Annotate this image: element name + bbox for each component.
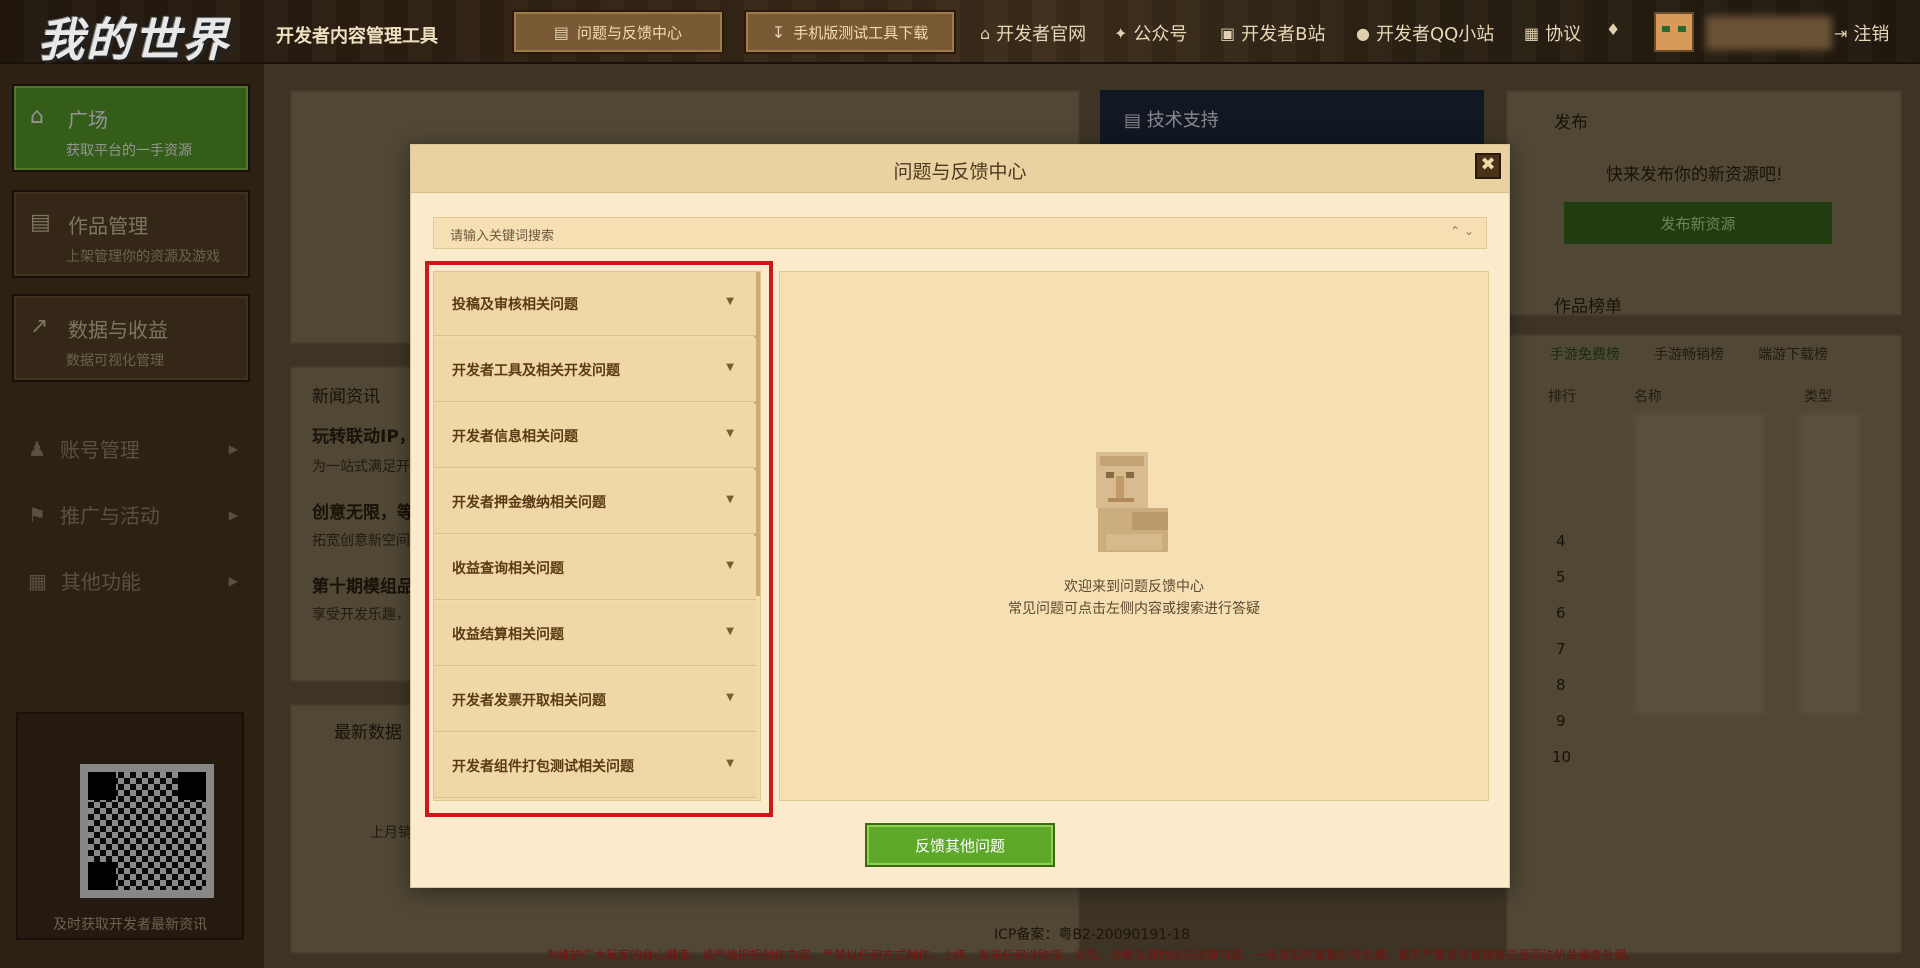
- faq-item-label: 开发者组件打包测试相关问题: [452, 759, 634, 775]
- logo[interactable]: 我的世界: [38, 4, 230, 70]
- faq-item[interactable]: 收益结算相关问题 ▼: [434, 602, 756, 666]
- home-icon: ⌂: [980, 23, 991, 43]
- document-icon: ▦: [1524, 23, 1540, 43]
- notification-bell[interactable]: ♦: [1606, 20, 1620, 39]
- link-official-site[interactable]: ⌂ 开发者官网: [980, 20, 1086, 46]
- link-bilibili-label: 开发者B站: [1241, 24, 1326, 45]
- mobile-tool-label: 手机版测试工具下载: [793, 23, 929, 42]
- link-wechat-label: 公众号: [1133, 24, 1188, 45]
- link-wechat[interactable]: ✦ 公众号: [1114, 20, 1187, 46]
- chevron-up-down-icon[interactable]: ⌃ ⌄: [1450, 224, 1474, 238]
- icp-text[interactable]: ICP备案：粤B2-20090191-18: [0, 924, 1920, 944]
- feedback-center-button[interactable]: ▤ 问题与反馈中心: [512, 10, 724, 54]
- caret-down-icon: ▼: [726, 560, 734, 571]
- username-blurred: [1706, 16, 1832, 50]
- qq-icon: ●: [1356, 23, 1370, 43]
- caret-down-icon: ▼: [726, 494, 734, 505]
- close-icon: ✖: [1480, 154, 1496, 175]
- welcome-text: 欢迎来到问题反馈中心: [1064, 579, 1204, 595]
- avatar[interactable]: [1654, 12, 1694, 52]
- feedback-center-label: 问题与反馈中心: [577, 23, 683, 42]
- caret-down-icon: ▼: [726, 758, 734, 769]
- faq-item[interactable]: 开发者发票开取相关问题 ▼: [434, 668, 756, 732]
- faq-item[interactable]: 开发者押金缴纳相关问题 ▼: [434, 470, 756, 534]
- faq-item[interactable]: 开发者信息相关问题 ▼: [434, 404, 756, 468]
- search-placeholder: 请输入关键词搜索: [450, 229, 555, 244]
- logout-label: 注销: [1853, 24, 1890, 45]
- faq-item[interactable]: 开发者工具及相关开发问题 ▼: [434, 338, 756, 402]
- link-bilibili[interactable]: ▣ 开发者B站: [1220, 20, 1325, 46]
- faq-list: 投稿及审核相关问题 ▼ 开发者工具及相关开发问题 ▼ 开发者信息相关问题 ▼ 开…: [433, 271, 761, 801]
- faq-item-label: 投稿及审核相关问题: [452, 297, 578, 313]
- link-agreement-label: 协议: [1545, 24, 1582, 45]
- villager-icon: [1096, 452, 1168, 552]
- faq-item-label: 开发者押金缴纳相关问题: [452, 495, 606, 511]
- faq-item-label: 收益查询相关问题: [452, 561, 564, 577]
- modal-title: 问题与反馈中心: [893, 161, 1027, 183]
- faq-item[interactable]: 开发者组件打包测试相关问题 ▼: [434, 734, 756, 798]
- download-icon: ↧: [771, 22, 786, 42]
- close-button[interactable]: ✖: [1475, 153, 1501, 179]
- caret-down-icon: ▼: [726, 692, 734, 703]
- caret-down-icon: ▼: [726, 362, 734, 373]
- caret-down-icon: ▼: [726, 428, 734, 439]
- logout-button[interactable]: ⇥ 注销: [1834, 20, 1889, 46]
- faq-item[interactable]: 收益查询相关问题 ▼: [434, 536, 756, 600]
- caret-down-icon: ▼: [726, 296, 734, 307]
- mobile-tool-download-button[interactable]: ↧ 手机版测试工具下载: [744, 10, 956, 54]
- link-official-site-label: 开发者官网: [996, 24, 1087, 45]
- app-name: 开发者内容管理工具: [276, 26, 438, 47]
- bell-icon: ♦: [1606, 20, 1621, 39]
- link-qq-label: 开发者QQ小站: [1375, 24, 1495, 45]
- faq-item[interactable]: 投稿及审核相关问题 ▼: [434, 272, 756, 336]
- logout-icon: ⇥: [1834, 23, 1848, 43]
- feedback-modal: 问题与反馈中心 ✖ 请输入关键词搜索 ⌃ ⌄ 投稿及审核相关问题 ▼ 开发者工具…: [410, 144, 1510, 888]
- faq-item-label: 开发者工具及相关开发问题: [452, 363, 620, 379]
- faq-content-area: 欢迎来到问题反馈中心 常见问题可点击左侧内容或搜索进行答疑: [779, 271, 1489, 801]
- wechat-icon: ✦: [1114, 23, 1128, 43]
- welcome-hint: 常见问题可点击左侧内容或搜索进行答疑: [1008, 601, 1260, 617]
- feedback-other-button[interactable]: 反馈其他问题: [865, 823, 1055, 867]
- bilibili-icon: ▣: [1220, 23, 1236, 43]
- chat-icon: ▤: [553, 22, 570, 42]
- modal-header: 问题与反馈中心 ✖: [411, 145, 1509, 193]
- faq-item-label: 开发者信息相关问题: [452, 429, 578, 445]
- faq-item-label: 收益结算相关问题: [452, 627, 564, 643]
- content-warning: 为维护广大玩家的身心健康，请严格把控创作内容，严禁以任何方式制作、上传、发布任何…: [545, 948, 1638, 962]
- search-input[interactable]: 请输入关键词搜索 ⌃ ⌄: [433, 217, 1487, 249]
- caret-down-icon: ▼: [726, 626, 734, 637]
- link-agreement[interactable]: ▦ 协议: [1524, 20, 1581, 46]
- link-qq[interactable]: ● 开发者QQ小站: [1356, 20, 1494, 46]
- faq-item-label: 开发者发票开取相关问题: [452, 693, 606, 709]
